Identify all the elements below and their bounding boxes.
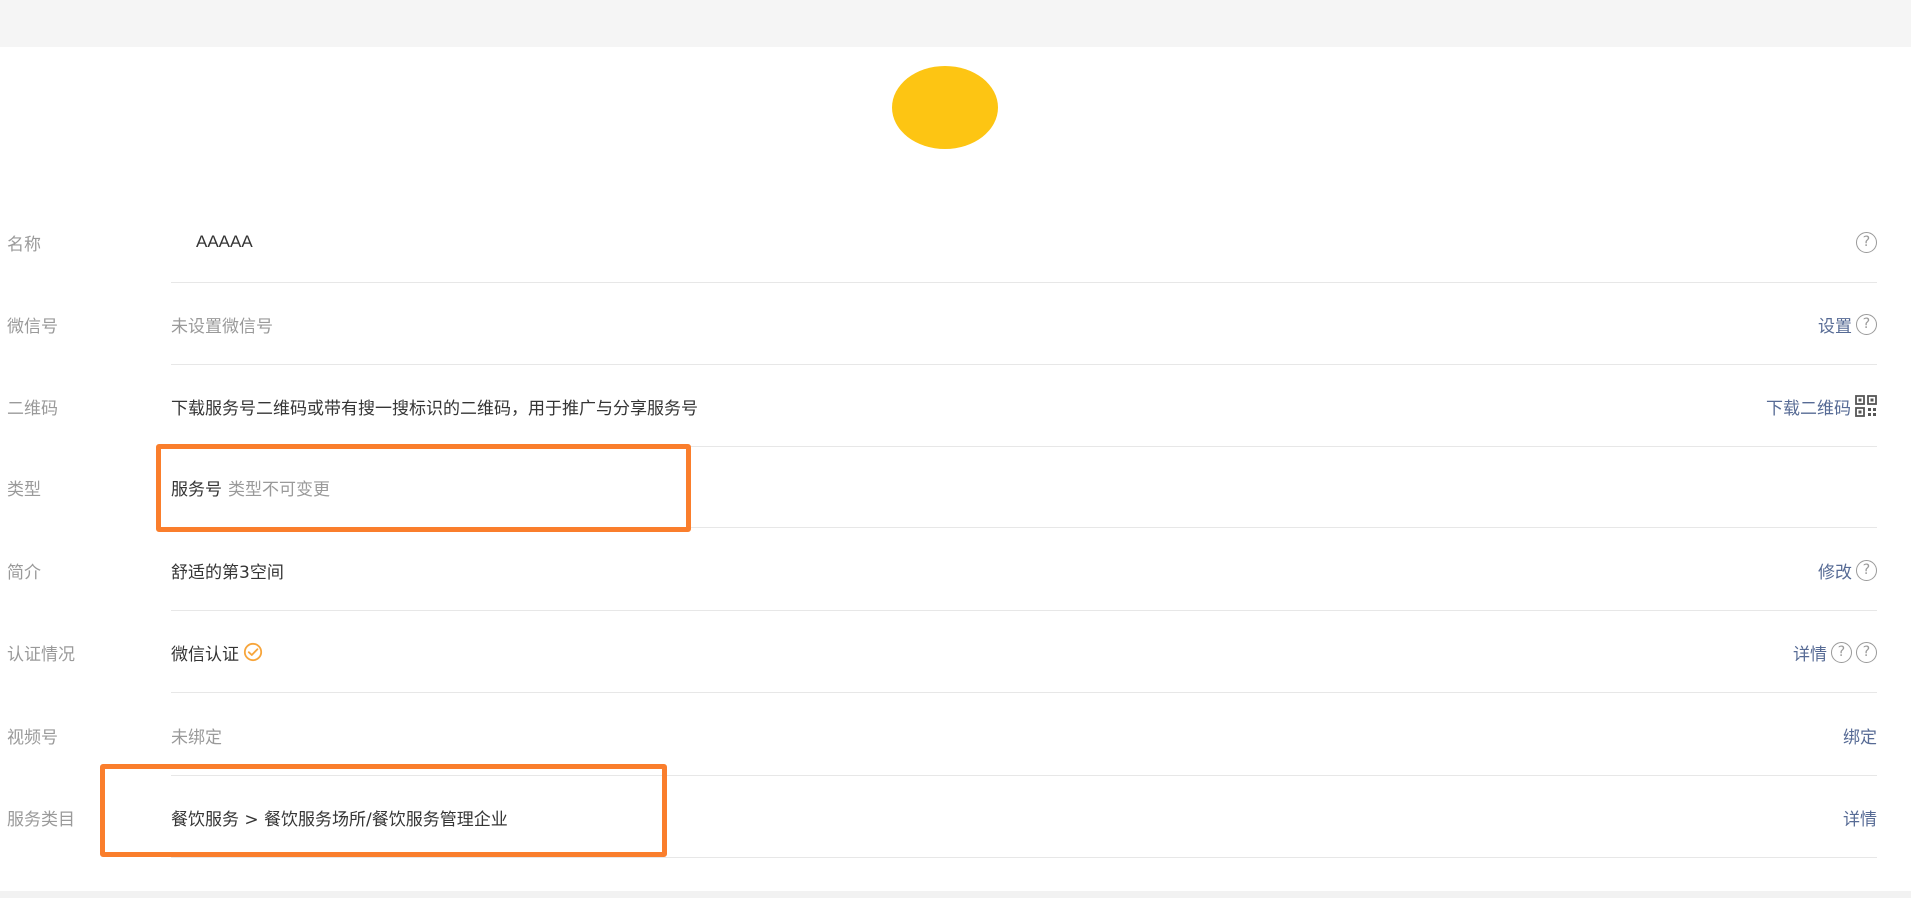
row-actions: 设置 ?	[1818, 283, 1877, 365]
wechat-id-value: 未设置微信号	[171, 316, 273, 337]
row-name: 名称 AAAAA ?	[0, 201, 1911, 283]
row-label: 简介	[7, 562, 41, 583]
row-actions: 修改 ?	[1818, 529, 1877, 611]
bind-channels-link[interactable]: 绑定	[1843, 723, 1877, 748]
row-qrcode: 二维码 下载服务号二维码或带有搜一搜标识的二维码，用于推广与分享服务号 下载二维…	[0, 365, 1911, 447]
type-value: 服务号 类型不可变更	[171, 446, 330, 528]
service-category-details-link[interactable]: 详情	[1843, 805, 1877, 830]
row-label: 名称	[7, 234, 41, 255]
row-label: 类型	[7, 479, 41, 500]
row-label: 认证情况	[7, 644, 75, 665]
verification-details-link[interactable]: 详情	[1793, 640, 1827, 665]
divider	[171, 527, 1877, 528]
divider	[171, 692, 1877, 693]
service-category-value: 餐饮服务 > 餐饮服务场所/餐饮服务管理企业	[171, 809, 508, 830]
divider	[171, 857, 1877, 858]
row-label: 服务类目	[7, 809, 75, 830]
help-icon[interactable]: ?	[1856, 231, 1877, 253]
help-icon[interactable]: ?	[1831, 641, 1852, 663]
account-info-list: 名称 AAAAA ? 微信号 未设置微信号 设置 ? 二维码 下载服务号二维码或…	[0, 0, 1911, 898]
row-label: 二维码	[7, 398, 58, 419]
row-actions: 下载二维码	[1766, 365, 1877, 447]
edit-intro-link[interactable]: 修改	[1818, 558, 1852, 583]
row-channels: 视频号 未绑定 绑定	[0, 694, 1911, 776]
row-actions: ?	[1856, 201, 1877, 283]
help-icon[interactable]: ?	[1856, 559, 1877, 581]
row-label: 微信号	[7, 316, 58, 337]
row-label: 视频号	[7, 727, 58, 748]
set-wechat-id-link[interactable]: 设置	[1818, 312, 1852, 337]
row-actions: 详情 ? ?	[1793, 611, 1877, 693]
row-service-category: 服务类目 餐饮服务 > 餐饮服务场所/餐饮服务管理企业 详情	[0, 776, 1911, 858]
type-note: 类型不可变更	[228, 479, 330, 500]
account-type: 服务号	[171, 479, 222, 500]
download-qrcode-link[interactable]: 下载二维码	[1766, 394, 1851, 419]
account-name: AAAAA	[196, 232, 253, 251]
help-icon[interactable]: ?	[1856, 313, 1877, 335]
row-wechat-id: 微信号 未设置微信号 设置 ?	[0, 283, 1911, 365]
intro-value: 舒适的第3空间	[171, 562, 284, 583]
verified-check-icon	[243, 642, 263, 662]
channels-value: 未绑定	[171, 727, 222, 748]
help-icon[interactable]: ?	[1856, 641, 1877, 663]
qrcode-description: 下载服务号二维码或带有搜一搜标识的二维码，用于推广与分享服务号	[171, 398, 698, 419]
row-actions: 绑定	[1843, 694, 1877, 776]
qr-code-icon[interactable]	[1855, 395, 1877, 417]
verification-value: 微信认证	[171, 611, 263, 693]
bottom-bar	[0, 891, 1911, 898]
row-intro: 简介 舒适的第3空间 修改 ?	[0, 529, 1911, 611]
row-type: 类型 服务号 类型不可变更	[0, 446, 1911, 528]
verification-status: 微信认证	[171, 644, 239, 665]
row-actions: 详情	[1843, 776, 1877, 858]
row-verification: 认证情况 微信认证 详情 ? ?	[0, 611, 1911, 693]
